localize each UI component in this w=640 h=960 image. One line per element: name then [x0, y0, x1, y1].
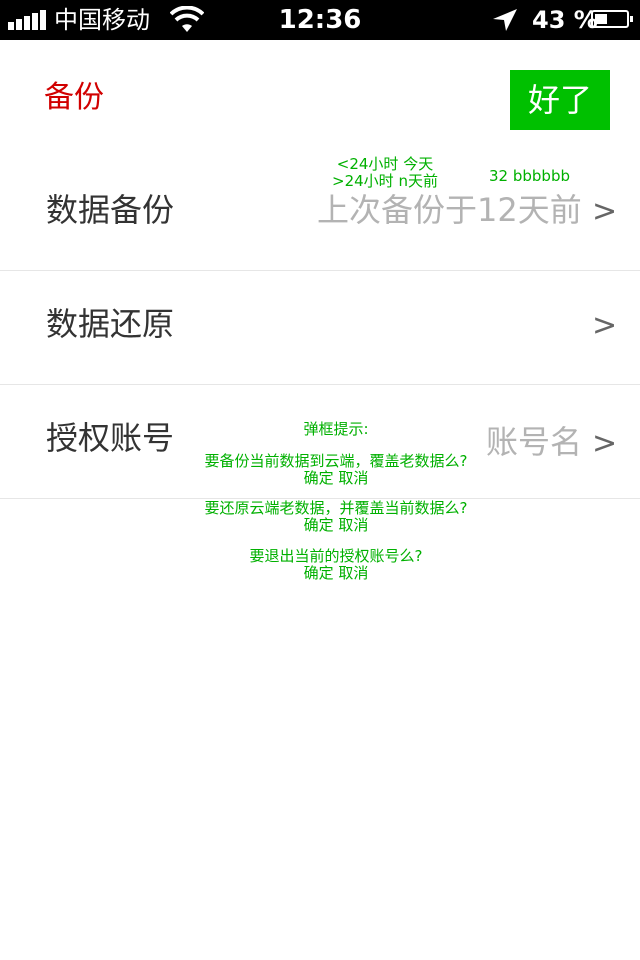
- dialog-note: 要退出当前的授权账号么? 确定 取消: [249, 547, 423, 582]
- last-backup-value: 上次备份于12天前: [317, 191, 582, 229]
- row-label: 授权账号: [46, 419, 175, 457]
- chevron-right-icon: >: [592, 426, 618, 461]
- done-button[interactable]: 好了: [510, 70, 610, 130]
- font-spec-note: 32 bbbbbb: [489, 167, 570, 185]
- battery-icon: [591, 10, 633, 28]
- chevron-right-icon: >: [592, 308, 618, 343]
- page-title: 备份: [44, 80, 104, 115]
- location-arrow-icon: [493, 9, 517, 31]
- row-label: 数据还原: [46, 305, 175, 343]
- time-rule-note: <24小时 今天 >24小时 n天前: [332, 155, 438, 190]
- dialog-note: 要备份当前数据到云端，覆盖老数据么? 确定 取消: [204, 452, 468, 487]
- restore-row[interactable]: 数据还原 >: [0, 270, 640, 385]
- status-bar: 中国移动 12:36 43 %: [0, 0, 640, 40]
- dialog-title-note: 弹框提示:: [303, 420, 369, 438]
- battery-percent: 43 %: [532, 6, 598, 34]
- chevron-right-icon: >: [592, 194, 618, 229]
- dialog-note: 要还原云端老数据，并覆盖当前数据么? 确定 取消: [204, 499, 468, 534]
- row-label: 数据备份: [46, 191, 175, 229]
